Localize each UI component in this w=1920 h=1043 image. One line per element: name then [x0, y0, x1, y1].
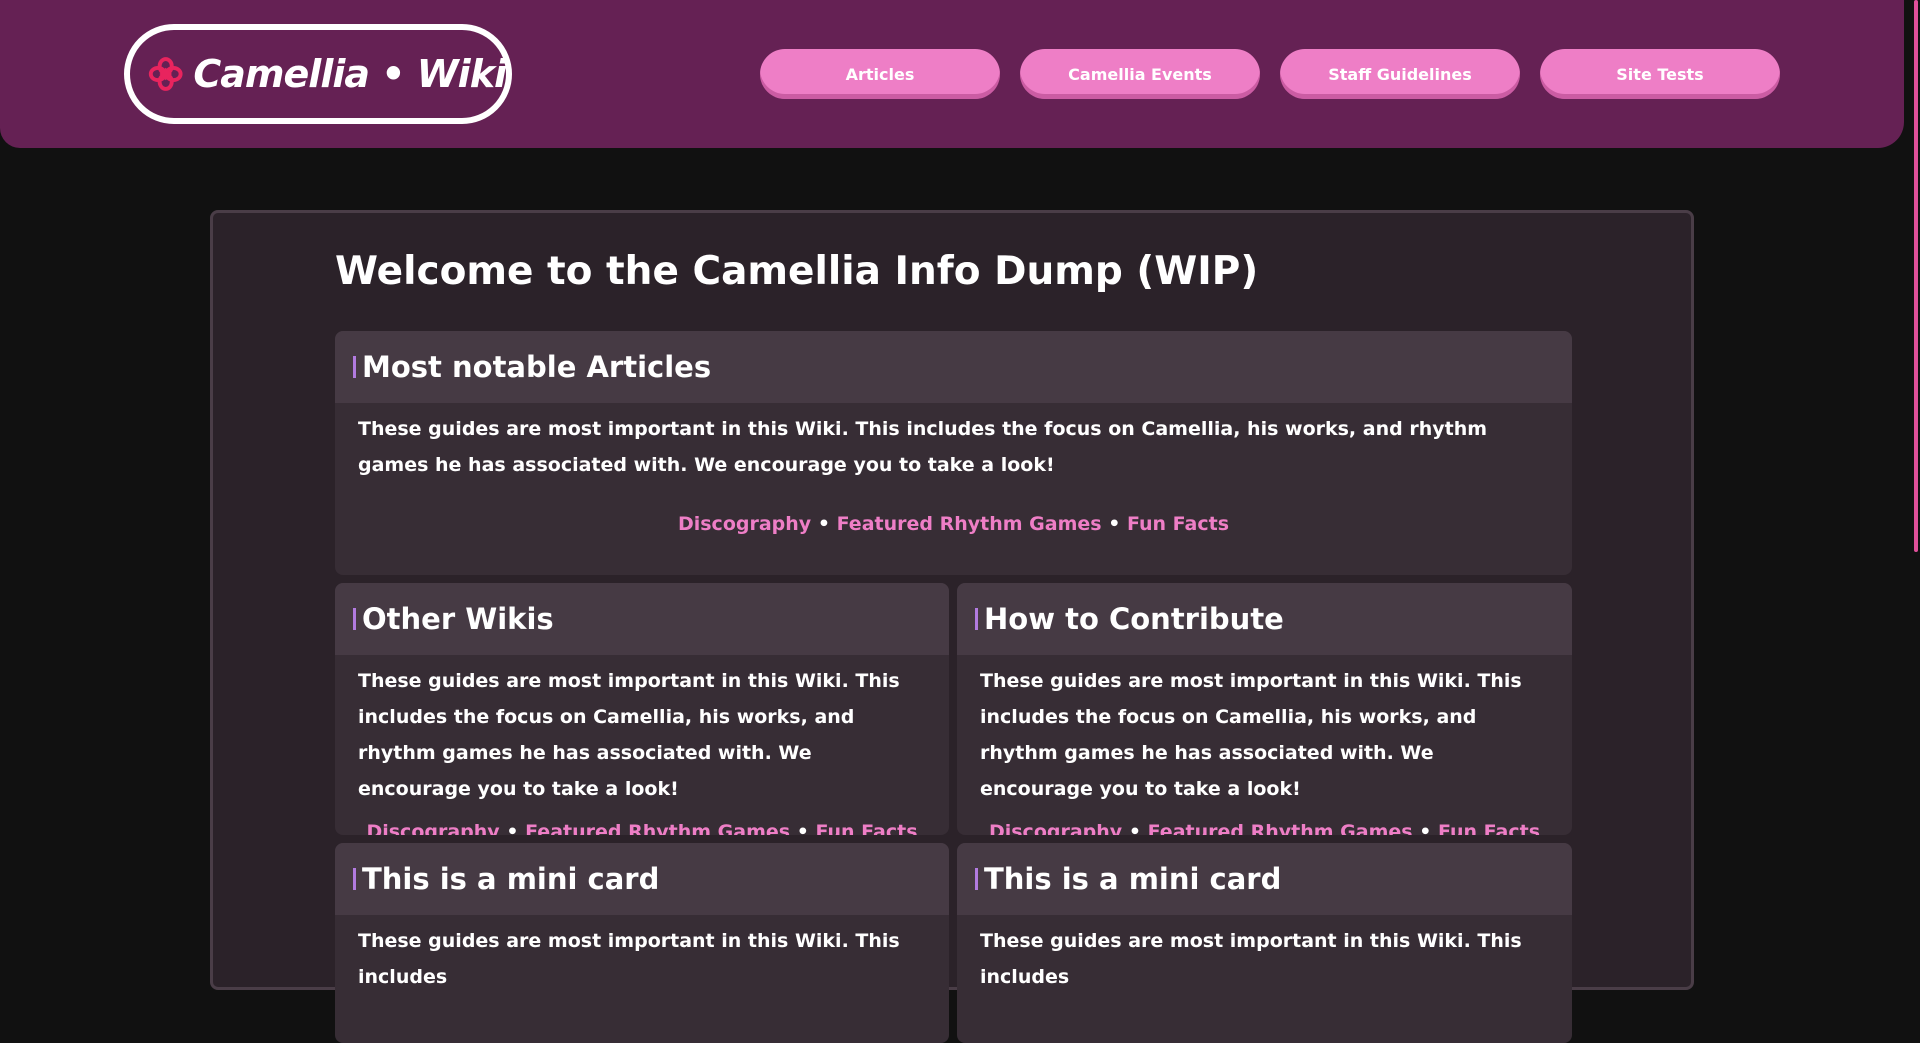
page-title: Welcome to the Camellia Info Dump (WIP): [335, 249, 1259, 294]
card-header: How to Contribute: [957, 583, 1572, 655]
site-header: Camellia • Wiki Articles Camellia Events…: [0, 0, 1904, 148]
card-accent-bar: [975, 608, 978, 630]
page-scrollbar[interactable]: [1904, 0, 1920, 960]
card-header: Other Wikis: [335, 583, 949, 655]
card-accent-bar: [353, 868, 356, 890]
link-featured-rhythm-games[interactable]: Featured Rhythm Games: [1148, 821, 1413, 835]
card-title: Other Wikis: [362, 602, 554, 636]
card-header: This is a mini card: [335, 843, 949, 915]
link-discography[interactable]: Discography: [989, 821, 1122, 835]
link-separator: •: [796, 821, 809, 835]
nav-staff-guidelines-button[interactable]: Staff Guidelines: [1280, 49, 1520, 99]
link-fun-facts[interactable]: Fun Facts: [815, 821, 917, 835]
card-title: This is a mini card: [362, 862, 660, 896]
card-body-text: These guides are most important in this …: [358, 418, 1488, 476]
link-fun-facts[interactable]: Fun Facts: [1127, 513, 1229, 535]
card-title: Most notable Articles: [362, 350, 712, 384]
main-content-panel: Welcome to the Camellia Info Dump (WIP) …: [210, 210, 1694, 1043]
card-other-wikis: Other Wikis These guides are most import…: [335, 583, 949, 835]
logo-text: Camellia • Wiki: [193, 52, 507, 96]
card-accent-bar: [353, 608, 356, 630]
card-accent-bar: [975, 868, 978, 890]
scrollbar-thumb[interactable]: [1914, 0, 1918, 552]
site-logo[interactable]: Camellia • Wiki: [124, 24, 512, 124]
nav-site-tests-button[interactable]: Site Tests: [1540, 49, 1780, 99]
card-body-text: These guides are most important in this …: [358, 670, 900, 800]
card-title: How to Contribute: [984, 602, 1284, 636]
card-title: This is a mini card: [984, 862, 1282, 896]
card-header: This is a mini card: [957, 843, 1572, 915]
card-most-notable-articles: Most notable Articles These guides are m…: [335, 331, 1572, 575]
link-featured-rhythm-games[interactable]: Featured Rhythm Games: [525, 821, 790, 835]
card-links: Discography • Featured Rhythm Games • Fu…: [335, 821, 949, 835]
card-mini-2: This is a mini card These guides are mos…: [957, 843, 1572, 1043]
link-discography[interactable]: Discography: [366, 821, 499, 835]
link-separator: •: [1108, 513, 1121, 535]
link-featured-rhythm-games[interactable]: Featured Rhythm Games: [837, 513, 1102, 535]
card-header: Most notable Articles: [335, 331, 1572, 403]
card-body-text: These guides are most important in this …: [980, 930, 1522, 988]
nav-camellia-events-button[interactable]: Camellia Events: [1020, 49, 1260, 99]
link-separator: •: [506, 821, 519, 835]
card-links: Discography • Featured Rhythm Games • Fu…: [335, 513, 1572, 535]
link-separator: •: [1419, 821, 1432, 835]
nav-articles-button[interactable]: Articles: [760, 49, 1000, 99]
camellia-flower-icon: [148, 57, 183, 91]
link-fun-facts[interactable]: Fun Facts: [1438, 821, 1540, 835]
link-discography[interactable]: Discography: [678, 513, 811, 535]
link-separator: •: [1128, 821, 1141, 835]
card-accent-bar: [353, 356, 356, 378]
link-separator: •: [817, 513, 830, 535]
card-body-text: These guides are most important in this …: [358, 930, 900, 988]
main-nav: Articles Camellia Events Staff Guideline…: [760, 49, 1780, 99]
card-mini-1: This is a mini card These guides are mos…: [335, 843, 949, 1043]
card-body-text: These guides are most important in this …: [980, 670, 1522, 800]
card-how-to-contribute: How to Contribute These guides are most …: [957, 583, 1572, 835]
card-links: Discography • Featured Rhythm Games • Fu…: [957, 821, 1572, 835]
